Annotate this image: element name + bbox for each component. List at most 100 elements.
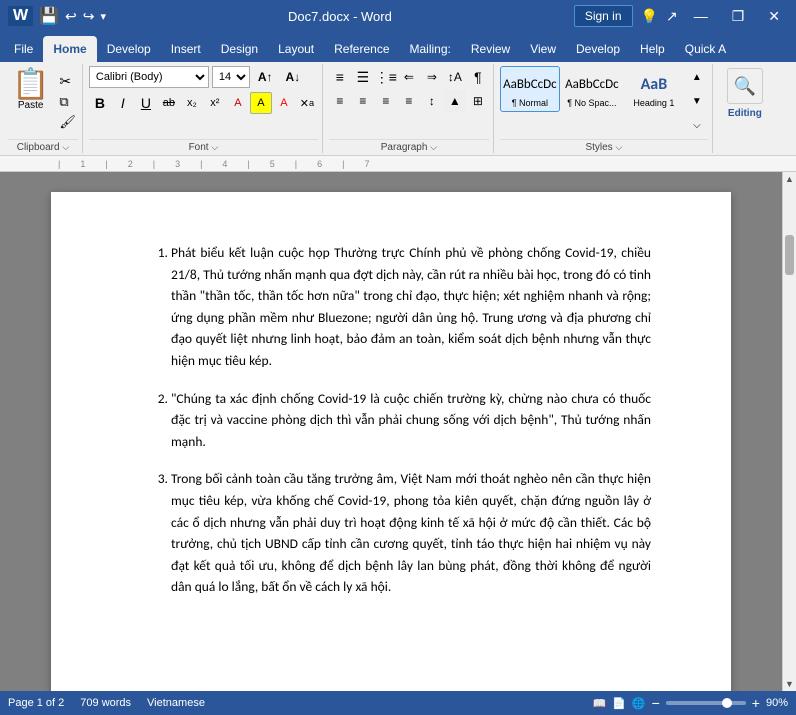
tab-view[interactable]: View xyxy=(520,36,566,62)
tab-develop[interactable]: Develop xyxy=(97,36,161,62)
line-spacing-button[interactable]: ↕ xyxy=(421,90,443,112)
search-button[interactable]: 🔍 xyxy=(727,68,763,104)
font-color-button[interactable]: A xyxy=(273,92,295,114)
ribbon: 📋 Paste ✂ ⧉ 🖌 Clipboard ⌵ Calibri (Body)… xyxy=(0,62,796,156)
tab-review[interactable]: Review xyxy=(461,36,520,62)
quick-access-save[interactable]: 💾 xyxy=(39,6,59,26)
font-size-select[interactable]: 14 xyxy=(212,66,250,88)
ribbon-paragraph-group: ≡ ☰ ⋮≡ ⇐ ⇒ ↕A ¶ ≡ ≡ ≡ ≡ ↕ ▲ ⊞ Paragraph … xyxy=(325,64,494,153)
show-hide-button[interactable]: ¶ xyxy=(467,66,489,88)
document-list: Phát biểu kết luận cuộc họp Thường trực … xyxy=(151,242,651,598)
vertical-scrollbar[interactable]: ▲ ▼ xyxy=(782,172,796,691)
editing-content: 🔍 Editing xyxy=(721,68,769,153)
superscript-button[interactable]: x² xyxy=(204,92,226,114)
style-normal[interactable]: AaBbCcDc ¶ Normal xyxy=(500,66,560,112)
justify-button[interactable]: ≡ xyxy=(398,90,420,112)
highlight-button[interactable]: A xyxy=(250,92,272,114)
styles-more[interactable]: ⌵ xyxy=(686,114,708,136)
status-right: 📖 📄 🌐 − + 90% xyxy=(592,695,788,711)
tab-file[interactable]: File xyxy=(4,36,43,62)
style-no-spacing-label: ¶ No Spac... xyxy=(567,98,616,108)
window-restore[interactable]: ❐ xyxy=(724,6,753,27)
document-scroll-area[interactable]: Phát biểu kết luận cuộc họp Thường trực … xyxy=(0,172,782,691)
ribbon-editing-group: 🔍 Editing xyxy=(715,64,775,153)
list-buttons-row: ≡ ☰ ⋮≡ ⇐ ⇒ ↕A ¶ xyxy=(329,66,489,88)
font-size-decrease[interactable]: A↓ xyxy=(281,68,306,86)
shading-button[interactable]: ▲ xyxy=(444,90,466,112)
cut-button[interactable]: ✂ xyxy=(57,72,78,91)
zoom-thumb[interactable] xyxy=(722,698,732,708)
tab-reference[interactable]: Reference xyxy=(324,36,399,62)
style-heading1-preview: AaB xyxy=(641,70,668,98)
bold-button[interactable]: B xyxy=(89,92,111,114)
sort-button[interactable]: ↕A xyxy=(444,66,466,88)
zoom-plus-button[interactable]: + xyxy=(752,695,760,711)
quick-access-undo[interactable]: ↩ xyxy=(65,8,77,25)
ribbon-clipboard-group: 📋 Paste ✂ ⧉ 🖌 Clipboard ⌵ xyxy=(4,64,83,153)
window-close[interactable]: ✕ xyxy=(760,6,788,27)
scrollbar-track[interactable] xyxy=(783,186,796,677)
word-icon: W xyxy=(8,6,33,26)
strikethrough-button[interactable]: ab xyxy=(158,92,180,114)
clipboard-label: Clipboard ⌵ xyxy=(8,139,78,153)
document-page: Phát biểu kết luận cuộc họp Thường trực … xyxy=(51,192,731,691)
scroll-down-arrow[interactable]: ▼ xyxy=(783,677,796,691)
tab-mailing[interactable]: Mailing: xyxy=(400,36,461,62)
clipboard-small-buttons: ✂ ⧉ 🖌 xyxy=(57,66,78,139)
style-heading1[interactable]: AaB Heading 1 xyxy=(624,66,684,112)
align-center-button[interactable]: ≡ xyxy=(352,90,374,112)
clear-formatting-button[interactable]: ✕a xyxy=(296,92,318,114)
tab-design[interactable]: Design xyxy=(211,36,268,62)
tab-help[interactable]: Help xyxy=(630,36,675,62)
borders-button[interactable]: ⊞ xyxy=(467,90,489,112)
document-container: Phát biểu kết luận cuộc họp Thường trực … xyxy=(0,172,796,691)
align-buttons-row: ≡ ≡ ≡ ≡ ↕ ▲ ⊞ xyxy=(329,90,489,112)
tab-insert[interactable]: Insert xyxy=(161,36,211,62)
increase-indent-button[interactable]: ⇒ xyxy=(421,66,443,88)
subscript-button[interactable]: x₂ xyxy=(181,92,203,114)
style-no-spacing[interactable]: AaBbCcDc ¶ No Spac... xyxy=(562,66,622,112)
scroll-up-arrow[interactable]: ▲ xyxy=(783,172,796,186)
sign-in-button[interactable]: Sign in xyxy=(574,5,633,27)
format-painter-button[interactable]: 🖌 xyxy=(57,113,78,131)
styles-label: Styles ⌵ xyxy=(500,139,708,153)
zoom-minus-button[interactable]: − xyxy=(652,695,660,711)
status-left: Page 1 of 2 709 words Vietnamese xyxy=(8,697,205,709)
ribbon-font-group: Calibri (Body) 14 A↑ A↓ B I U ab x₂ x² A… xyxy=(85,64,323,153)
clipboard-content: 📋 Paste ✂ ⧉ 🖌 xyxy=(8,66,78,139)
view-print-icon[interactable]: 📄 xyxy=(612,697,626,710)
copy-button[interactable]: ⧉ xyxy=(57,93,78,111)
view-web-icon[interactable]: 🌐 xyxy=(632,697,646,710)
numbered-list-button[interactable]: ☰ xyxy=(352,66,374,88)
scrollbar-thumb[interactable] xyxy=(785,235,794,275)
styles-scroll-up[interactable]: ▲ xyxy=(686,66,708,88)
paste-button[interactable]: 📋 Paste xyxy=(8,66,53,139)
zoom-slider[interactable] xyxy=(666,701,746,705)
share-icon[interactable]: ↗ xyxy=(666,8,678,25)
paragraph-label: Paragraph ⌵ xyxy=(329,139,489,153)
zoom-level[interactable]: 90% xyxy=(766,697,788,709)
font-size-increase[interactable]: A↑ xyxy=(253,68,278,86)
ribbon-tabs: File Home Develop Insert Design Layout R… xyxy=(0,32,796,62)
tab-develop2[interactable]: Develop xyxy=(566,36,630,62)
view-read-icon[interactable]: 📖 xyxy=(592,697,606,710)
align-left-button[interactable]: ≡ xyxy=(329,90,351,112)
tab-home[interactable]: Home xyxy=(43,36,96,62)
paste-label: Paste xyxy=(18,100,44,111)
align-right-button[interactable]: ≡ xyxy=(375,90,397,112)
tab-layout[interactable]: Layout xyxy=(268,36,324,62)
list-item-2: "Chúng ta xác định chống Covid-19 là cuộ… xyxy=(171,388,651,453)
tab-quick-a[interactable]: Quick A xyxy=(675,36,736,62)
underline-button[interactable]: U xyxy=(135,92,157,114)
multilevel-list-button[interactable]: ⋮≡ xyxy=(375,66,397,88)
italic-button[interactable]: I xyxy=(112,92,134,114)
window-minimize[interactable]: — xyxy=(686,6,716,26)
bullet-list-button[interactable]: ≡ xyxy=(329,66,351,88)
tell-me-icon[interactable]: 💡 xyxy=(641,8,658,25)
text-effects-button[interactable]: A xyxy=(227,92,249,114)
quick-access-redo[interactable]: ↪ xyxy=(83,8,95,25)
font-family-select[interactable]: Calibri (Body) xyxy=(89,66,209,88)
decrease-indent-button[interactable]: ⇐ xyxy=(398,66,420,88)
font-label: Font ⌵ xyxy=(89,139,318,153)
styles-scroll-down[interactable]: ▼ xyxy=(686,90,708,112)
